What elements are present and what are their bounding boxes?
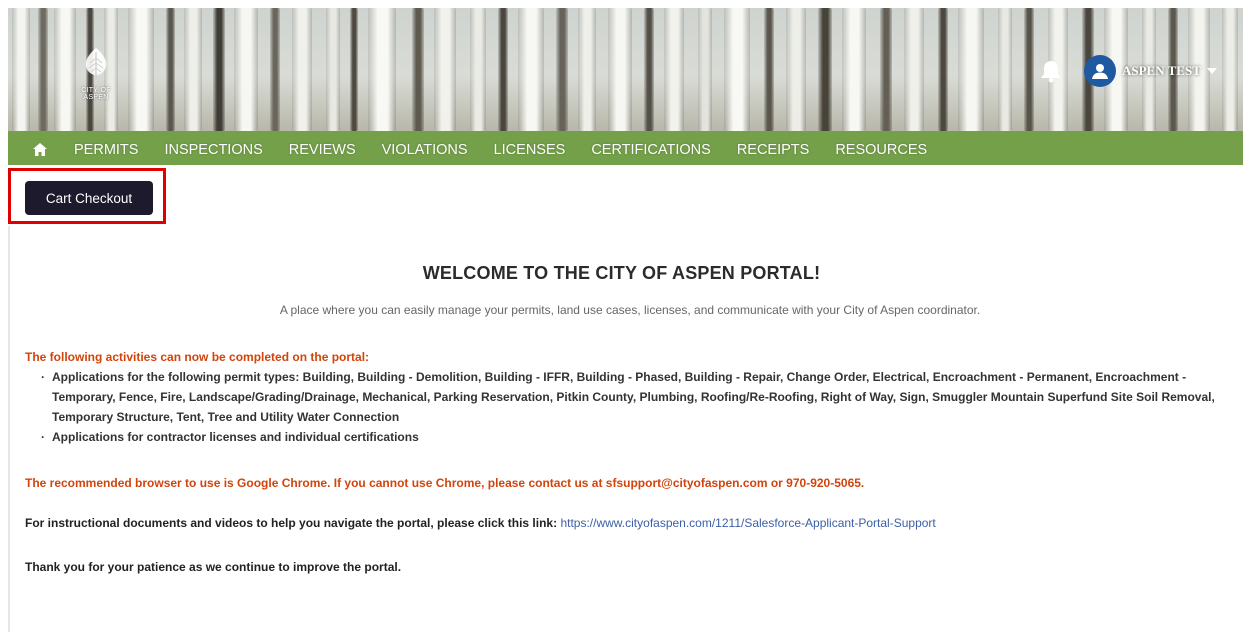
banner-tree-trunk: [434, 8, 456, 131]
browser-notice: The recommended browser to use is Google…: [25, 476, 865, 490]
banner-tree-trunk: [938, 8, 948, 131]
page-tagline: A place where you can easily manage your…: [279, 303, 981, 317]
banner-tree-trunk: [998, 8, 1012, 131]
banner-tree-trunk: [608, 8, 632, 131]
banner-tree-trunk: [38, 8, 48, 131]
city-logo[interactable]: CITY OF ASPEN: [70, 46, 122, 104]
caret-down-icon: [1206, 68, 1217, 74]
header-banner: CITY OF ASPEN ASPEN TEST: [8, 8, 1243, 131]
nav-item-resources[interactable]: RESOURCES: [835, 142, 927, 158]
banner-tree-trunk: [958, 8, 984, 131]
banner-tree-trunk: [904, 8, 924, 131]
support-link[interactable]: https://www.cityofaspen.com/1211/Salesfo…: [560, 516, 935, 530]
banner-tree-trunk: [12, 8, 30, 131]
banner-tree-trunk: [764, 8, 774, 131]
page-title: WELCOME TO THE CITY OF ASPEN PORTAL!: [422, 263, 821, 283]
user-icon: [1084, 55, 1116, 87]
activities-list: Applications for the following permit ty…: [38, 367, 1228, 447]
banner-tree-trunk: [818, 8, 832, 131]
nav-item-permits[interactable]: PERMITS: [74, 142, 138, 158]
logo-text: CITY OF ASPEN: [81, 87, 111, 101]
cart-checkout-button[interactable]: Cart Checkout: [25, 181, 153, 215]
banner-tree-trunk: [270, 8, 280, 131]
list-item: Applications for contractor licenses and…: [38, 427, 1228, 447]
banner-tree-trunk: [368, 8, 396, 131]
banner-tree-trunk: [880, 8, 892, 131]
banner-tree-trunk: [350, 8, 358, 131]
banner-tree-trunk: [578, 8, 596, 131]
list-item: Applications for the following permit ty…: [38, 367, 1228, 427]
banner-tree-trunk: [786, 8, 806, 131]
content-divider: [8, 226, 10, 632]
nav-item-violations[interactable]: VIOLATIONS: [382, 142, 468, 158]
nav-item-licenses[interactable]: LICENSES: [494, 142, 566, 158]
bell-icon[interactable]: [1038, 59, 1064, 83]
banner-tree-trunk: [128, 8, 154, 131]
banner-tree-trunk: [664, 8, 684, 131]
banner-tree-trunk: [644, 8, 654, 131]
nav-item-certifications[interactable]: CERTIFICATIONS: [591, 142, 711, 158]
banner-tree-trunk: [518, 8, 544, 131]
main-nav: PERMITS INSPECTIONS REVIEWS VIOLATIONS L…: [8, 131, 1243, 165]
banner-tree-trunk: [292, 8, 312, 131]
nav-item-inspections[interactable]: INSPECTIONS: [164, 142, 262, 158]
banner-tree-trunk: [498, 8, 508, 131]
banner-tree-trunk: [842, 8, 866, 131]
banner-tree-trunk: [213, 8, 225, 131]
aspen-leaf-logo-icon: [85, 48, 107, 79]
banner-tree-trunk: [166, 8, 175, 131]
user-menu[interactable]: ASPEN TEST: [1084, 55, 1217, 87]
nav-item-reviews[interactable]: REVIEWS: [289, 142, 356, 158]
banner-tree-trunk: [698, 8, 712, 131]
banner-tree-trunk: [1222, 8, 1238, 131]
banner-tree-trunk: [184, 8, 202, 131]
banner-tree-trunk: [412, 8, 424, 131]
banner-tree-trunk: [234, 8, 258, 131]
instructions-label: For instructional documents and videos t…: [25, 516, 558, 530]
user-name: ASPEN TEST: [1122, 63, 1201, 78]
nav-item-receipts[interactable]: RECEIPTS: [737, 142, 810, 158]
banner-tree-trunk: [470, 8, 486, 131]
activities-heading: The following activities can now be comp…: [25, 350, 370, 364]
home-icon[interactable]: [32, 142, 56, 160]
banner-tree-trunk: [556, 8, 568, 131]
instructions-line: For instructional documents and videos t…: [25, 516, 936, 530]
banner-tree-trunk: [724, 8, 750, 131]
banner-tree-trunk: [1024, 8, 1034, 131]
banner-tree-trunk: [326, 8, 340, 131]
thanks-message: Thank you for your patience as we contin…: [25, 560, 402, 574]
